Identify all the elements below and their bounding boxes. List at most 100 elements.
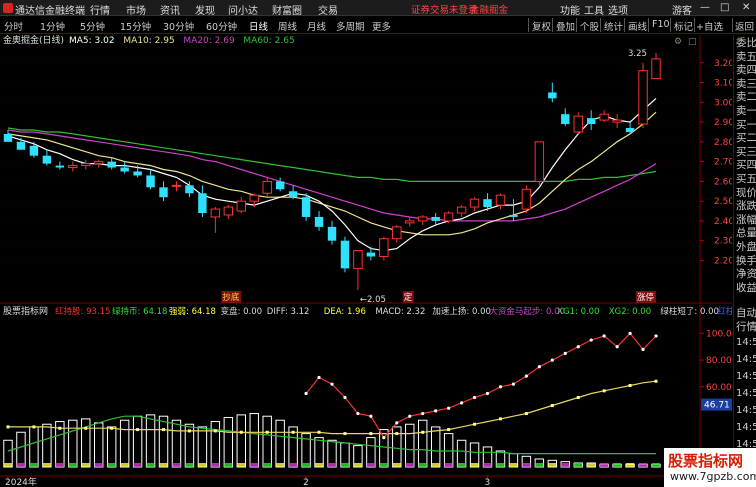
indicator-bar xyxy=(210,421,221,468)
period-tab[interactable]: 15分钟 xyxy=(120,19,151,33)
indicator-tick-label: 80.00 xyxy=(706,356,732,366)
period-tab[interactable]: 1分钟 xyxy=(40,19,65,33)
period-tab[interactable]: 月线 xyxy=(307,19,326,33)
price-tick-label: 3.20 xyxy=(714,59,732,69)
period-tab[interactable]: 5分钟 xyxy=(80,19,105,33)
quote-field-label: 买三 xyxy=(736,145,756,158)
candle-body-down xyxy=(340,240,350,269)
candle-body-up xyxy=(651,58,661,80)
signal-strip xyxy=(55,462,65,467)
signal-strip xyxy=(301,462,311,467)
indicator-red-dot xyxy=(460,401,464,405)
menu-item[interactable]: 财富圈 xyxy=(272,2,302,17)
signal-strip xyxy=(612,462,622,467)
mark-button[interactable]: 标记 xyxy=(674,19,693,33)
indicator-yellow-dot xyxy=(32,425,36,429)
candle-body-up xyxy=(638,70,648,125)
menu-item[interactable]: 市场 xyxy=(126,2,146,17)
price-tick-label: 2.70 xyxy=(714,158,732,168)
candle-body-down xyxy=(159,187,168,198)
indicator-yellow-dot xyxy=(187,429,191,433)
stock-button[interactable]: 个股 xyxy=(580,19,599,33)
signal-strip xyxy=(638,462,648,467)
indicator-yellow-dot xyxy=(317,430,321,434)
indicator-legend: 加速上扬: 0.00 xyxy=(432,306,491,317)
price-tick-label: 3.10 xyxy=(714,79,732,89)
indicator-name: 股票指标网 xyxy=(3,305,48,317)
signal-strip xyxy=(327,462,337,467)
add-watchlist-button[interactable]: +自选 xyxy=(696,19,723,33)
draw-button[interactable]: 画线 xyxy=(628,19,647,33)
ma-legend: MA10: 2.95 xyxy=(123,36,174,46)
period-tab-active[interactable]: 日线 xyxy=(249,19,268,33)
period-tab[interactable]: 分时 xyxy=(4,19,23,33)
menu-item[interactable]: 资讯 xyxy=(160,2,180,17)
indicator-yellow-dot xyxy=(447,428,451,432)
price-tick-label: 2.60 xyxy=(714,177,732,187)
indicator-legend: 绿柱短了: 0.00 xyxy=(660,306,719,317)
user-label[interactable]: 游客 xyxy=(672,2,692,17)
period-tab[interactable]: 多周期 xyxy=(336,19,365,33)
indicator-bar xyxy=(29,426,39,468)
watermark-url: www.7gpzb.com xyxy=(670,470,756,483)
candle-body-up xyxy=(353,250,363,269)
toolbar-divider xyxy=(670,18,671,32)
f10-button[interactable]: F10 xyxy=(652,19,670,30)
close-button[interactable]: ✕ xyxy=(742,2,750,13)
signal-strip xyxy=(418,462,427,467)
menu-item[interactable]: 交易 xyxy=(318,2,338,17)
candle-body-up xyxy=(392,226,402,240)
candle-body-up xyxy=(418,216,428,222)
period-tab[interactable]: 30分钟 xyxy=(163,19,194,33)
tick-time: 14:50 xyxy=(736,422,756,433)
indicator-yellow-dot xyxy=(6,425,10,429)
function-menu[interactable]: 功能 xyxy=(560,2,580,17)
menu-item[interactable]: 行情 xyxy=(90,2,110,17)
candle-body-down xyxy=(314,216,324,227)
adjust-button[interactable]: 复权 xyxy=(532,19,551,33)
signal-strip xyxy=(509,462,518,467)
more-periods[interactable]: 更多 xyxy=(372,19,391,33)
maximize-button[interactable]: □ xyxy=(720,2,729,13)
signal-strip xyxy=(392,462,402,467)
time-axis-label: 2 xyxy=(303,478,309,487)
signal-strip xyxy=(172,462,181,467)
tools-menu[interactable]: 工具 xyxy=(584,2,604,17)
indicator-bar xyxy=(443,433,454,468)
indicator-legend: XG2: 0.00 xyxy=(609,307,651,317)
login-notice[interactable]: 证券交易未登录 xyxy=(411,2,478,16)
signal-strip xyxy=(366,462,376,467)
signal-strip xyxy=(262,462,272,467)
minimize-button[interactable]: — xyxy=(700,2,710,13)
signal-strip xyxy=(561,462,570,467)
indicator-bar xyxy=(106,426,117,468)
menu-item[interactable]: 问小达 xyxy=(228,2,258,17)
service-link[interactable]: 金融掘金 xyxy=(470,2,508,16)
signal-marker: 抄底 xyxy=(222,292,240,303)
period-tab[interactable]: 60分钟 xyxy=(206,19,237,33)
signal-strip xyxy=(133,462,142,467)
period-tab[interactable]: 周线 xyxy=(278,19,297,33)
indicator-bar xyxy=(171,419,182,468)
signal-strip xyxy=(237,462,246,467)
overlay-button[interactable]: 叠加 xyxy=(556,19,575,33)
quote-field-label: 涨幅 xyxy=(736,213,756,226)
period-toolbar: 分时 1分钟 5分钟 15分钟 30分钟 60分钟 日线 周线 月线 多周期 更… xyxy=(0,17,756,34)
candle-body-down xyxy=(301,197,311,217)
menu-item[interactable]: 发现 xyxy=(195,2,215,17)
candle-body-down xyxy=(625,128,635,132)
candle-body-up xyxy=(249,194,259,202)
signal-strip xyxy=(159,462,168,467)
indicator-bar xyxy=(418,419,428,468)
chart-area[interactable]: 3.20 3.10 3.00 2.90 2.80 2.70 2.60 2.50 2.40 2.30… xyxy=(0,35,732,487)
signal-strip xyxy=(625,462,635,467)
options-menu[interactable]: 选项 xyxy=(608,2,628,17)
back-button[interactable]: 返回 xyxy=(735,19,754,33)
expand-icon: □ xyxy=(688,37,697,47)
quote-field-label: 卖二 xyxy=(736,91,756,104)
indicator-red-line xyxy=(305,332,657,439)
signal-strip xyxy=(535,462,544,467)
kline-chart[interactable]: 3.20 3.10 3.00 2.90 2.80 2.70 2.60 2.50 2.40 2.30… xyxy=(0,35,732,487)
signal-strip xyxy=(224,462,233,467)
stats-button[interactable]: 统计 xyxy=(604,19,623,33)
